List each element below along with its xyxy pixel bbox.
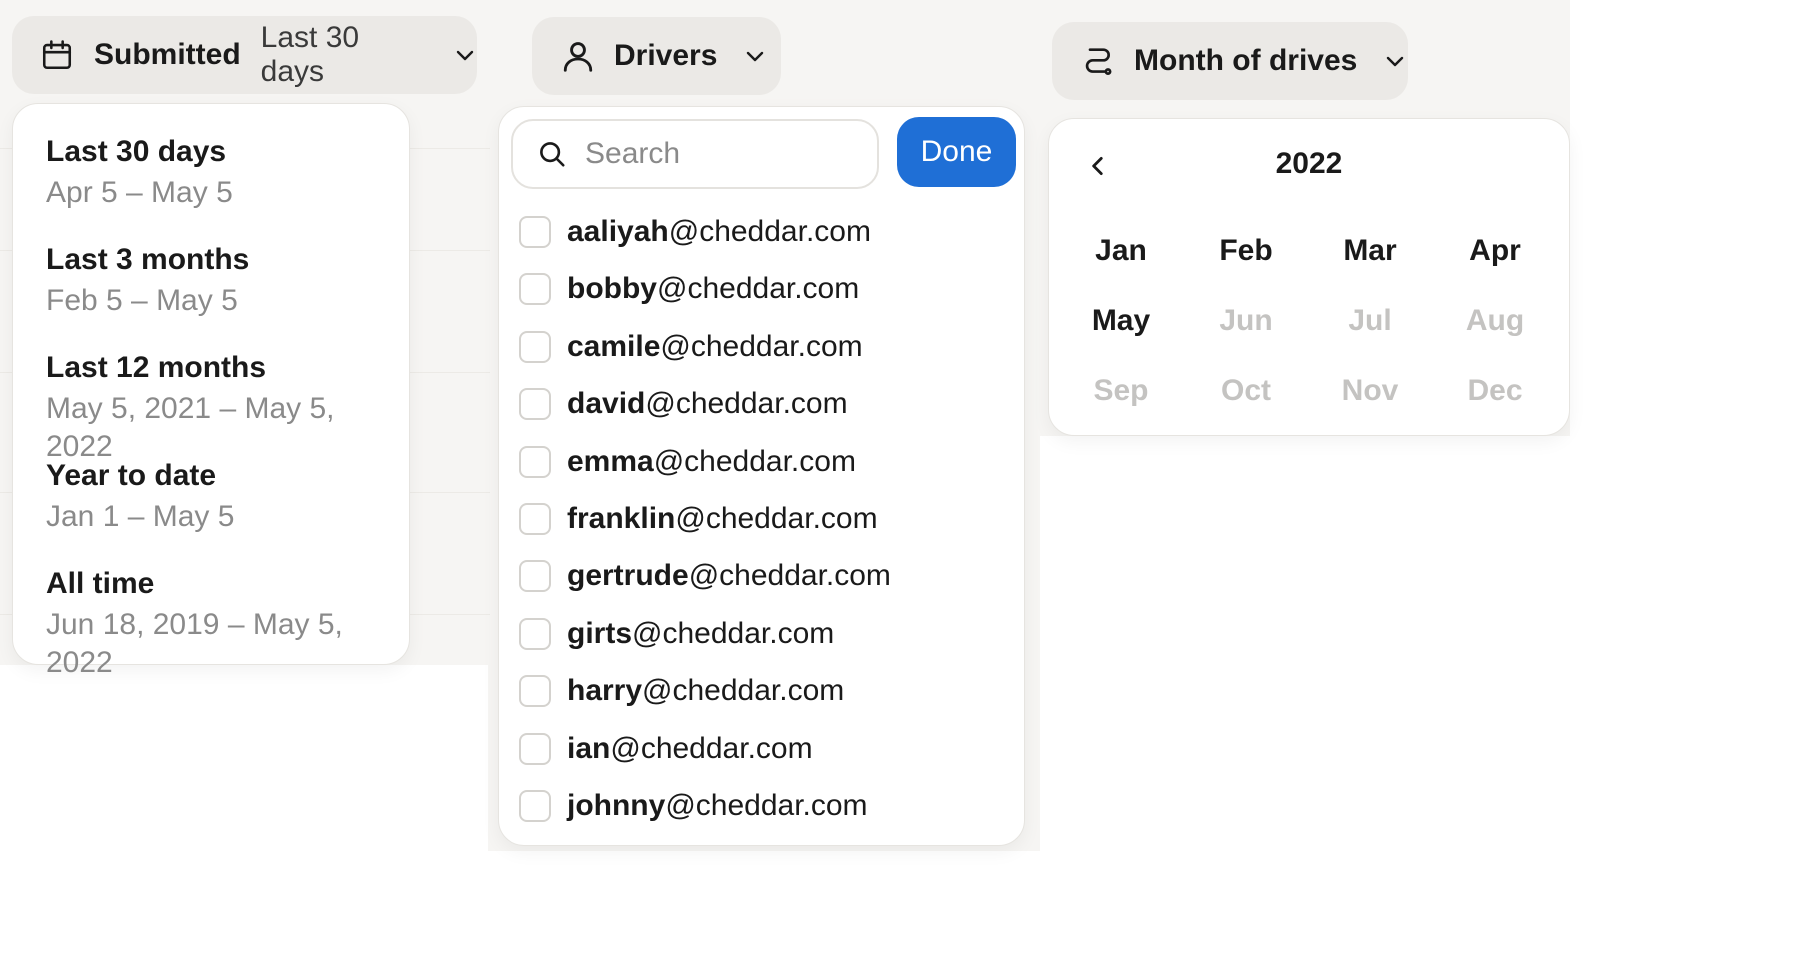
done-button[interactable]: Done [897,117,1016,187]
driver-name: bobby [567,272,657,306]
driver-row-harry[interactable]: harry@cheddar.com [519,671,844,711]
date-range-menu: Last 30 days Apr 5 – May 5 Last 3 months… [12,103,410,679]
driver-checkbox[interactable] [519,388,551,421]
date-option-year-to-date[interactable]: Year to date Jan 1 – May 5 [46,458,234,536]
driver-checkbox[interactable] [519,330,551,363]
driver-domain: @cheddar.com [688,559,891,593]
driver-domain: @cheddar.com [645,387,848,421]
date-option-last-3-months[interactable]: Last 3 months Feb 5 – May 5 [46,242,249,320]
driver-row-gertrude[interactable]: gertrude@cheddar.com [519,556,891,596]
driver-domain: @cheddar.com [660,329,863,363]
date-filter-label: Submitted [94,38,241,71]
search-field[interactable] [511,119,879,189]
driver-email: bobby@cheddar.com [567,272,859,306]
driver-checkbox[interactable] [519,560,551,593]
driver-checkbox[interactable] [519,445,551,478]
month-picker: 2022 Jan Feb Mar Apr May Jun Jul Aug Sep Oct Nov De… [1048,118,1570,436]
month-feb[interactable]: Feb [1191,233,1301,269]
search-input[interactable] [585,137,845,171]
chevron-down-icon [1383,49,1407,73]
driver-domain: @cheddar.com [642,674,845,708]
drivers-menu: Done aaliyah@cheddar.combobby@cheddar.co… [498,106,1025,846]
date-option-last-30-days[interactable]: Last 30 days Apr 5 – May 5 [46,134,233,212]
driver-row-girts[interactable]: girts@cheddar.com [519,614,834,654]
driver-checkbox[interactable] [519,675,551,708]
driver-domain: @cheddar.com [653,444,856,478]
driver-name: franklin [567,502,676,535]
driver-row-johnny[interactable]: johnny@cheddar.com [519,786,868,826]
month-nov: Nov [1341,374,1399,407]
driver-domain: @cheddar.com [675,502,878,535]
driver-email: gertrude@cheddar.com [567,559,891,593]
driver-row-david[interactable]: david@cheddar.com [519,384,848,424]
driver-email: girts@cheddar.com [567,617,834,651]
month-filter-label: Month of drives [1134,44,1358,77]
driver-email: johnny@cheddar.com [567,789,868,823]
chevron-down-icon [453,43,477,67]
driver-name: ian [567,731,611,765]
date-filter-button[interactable]: Submitted Last 30 days [12,16,477,94]
date-option-all-time[interactable]: All time Jun 18, 2019 – May 5, 2022 [46,566,409,682]
year-label: 2022 [1275,147,1343,180]
driver-domain: @cheddar.com [665,789,868,822]
date-option-last-12-months[interactable]: Last 12 months May 5, 2021 – May 5, 2022 [46,350,409,466]
driver-email: emma@cheddar.com [567,445,856,479]
driver-checkbox[interactable] [519,503,551,535]
month-jan[interactable]: Jan [1066,233,1176,269]
driver-checkbox[interactable] [519,273,551,306]
drivers-filter-label: Drivers [614,39,718,72]
driver-name: johnny [567,789,666,822]
date-filter-value: Last 30 days [260,21,360,88]
driver-domain: @cheddar.com [610,731,813,765]
driver-name: aaliyah [567,215,669,248]
driver-row-camile[interactable]: camile@cheddar.com [519,327,863,367]
month-sep: Sep [1093,374,1149,407]
driver-email: camile@cheddar.com [567,330,863,364]
driver-row-bobby[interactable]: bobby@cheddar.com [519,269,859,309]
month-mar[interactable]: Mar [1315,233,1425,269]
driver-email: ian@cheddar.com [567,732,813,766]
month-apr[interactable]: Apr [1440,233,1550,269]
driver-name: gertrude [567,559,689,593]
month-jul: Jul [1348,304,1392,337]
driver-checkbox[interactable] [519,617,551,650]
driver-row-franklin[interactable]: franklin@cheddar.com [519,499,878,539]
driver-email: franklin@cheddar.com [567,502,878,536]
month-filter-button[interactable]: Month of drives [1052,22,1408,100]
driver-checkbox[interactable] [519,216,551,248]
driver-name: camile [567,329,661,363]
driver-domain: @cheddar.com [668,215,871,248]
month-jun: Jun [1219,304,1273,337]
month-dec: Dec [1467,374,1523,407]
driver-row-aaliyah[interactable]: aaliyah@cheddar.com [519,212,871,252]
driver-checkbox[interactable] [519,732,551,765]
month-aug: Aug [1465,304,1525,337]
driver-email: david@cheddar.com [567,387,848,421]
driver-email: aaliyah@cheddar.com [567,215,871,249]
month-may[interactable]: May [1066,303,1176,339]
driver-name: girts [567,616,633,650]
user-icon [560,38,596,74]
driver-checkbox[interactable] [519,790,551,822]
driver-name: harry [567,674,643,708]
driver-name: david [567,387,646,421]
route-icon [1082,45,1114,77]
driver-domain: @cheddar.com [632,616,835,650]
search-icon [537,139,567,169]
driver-row-emma[interactable]: emma@cheddar.com [519,442,856,482]
driver-domain: @cheddar.com [657,272,860,306]
driver-row-ian[interactable]: ian@cheddar.com [519,729,813,769]
driver-name: emma [567,444,654,478]
driver-email: harry@cheddar.com [567,674,844,708]
chevron-down-icon [743,44,767,68]
month-oct: Oct [1220,374,1271,407]
calendar-icon [40,38,74,72]
drivers-filter-button[interactable]: Drivers [532,17,781,95]
